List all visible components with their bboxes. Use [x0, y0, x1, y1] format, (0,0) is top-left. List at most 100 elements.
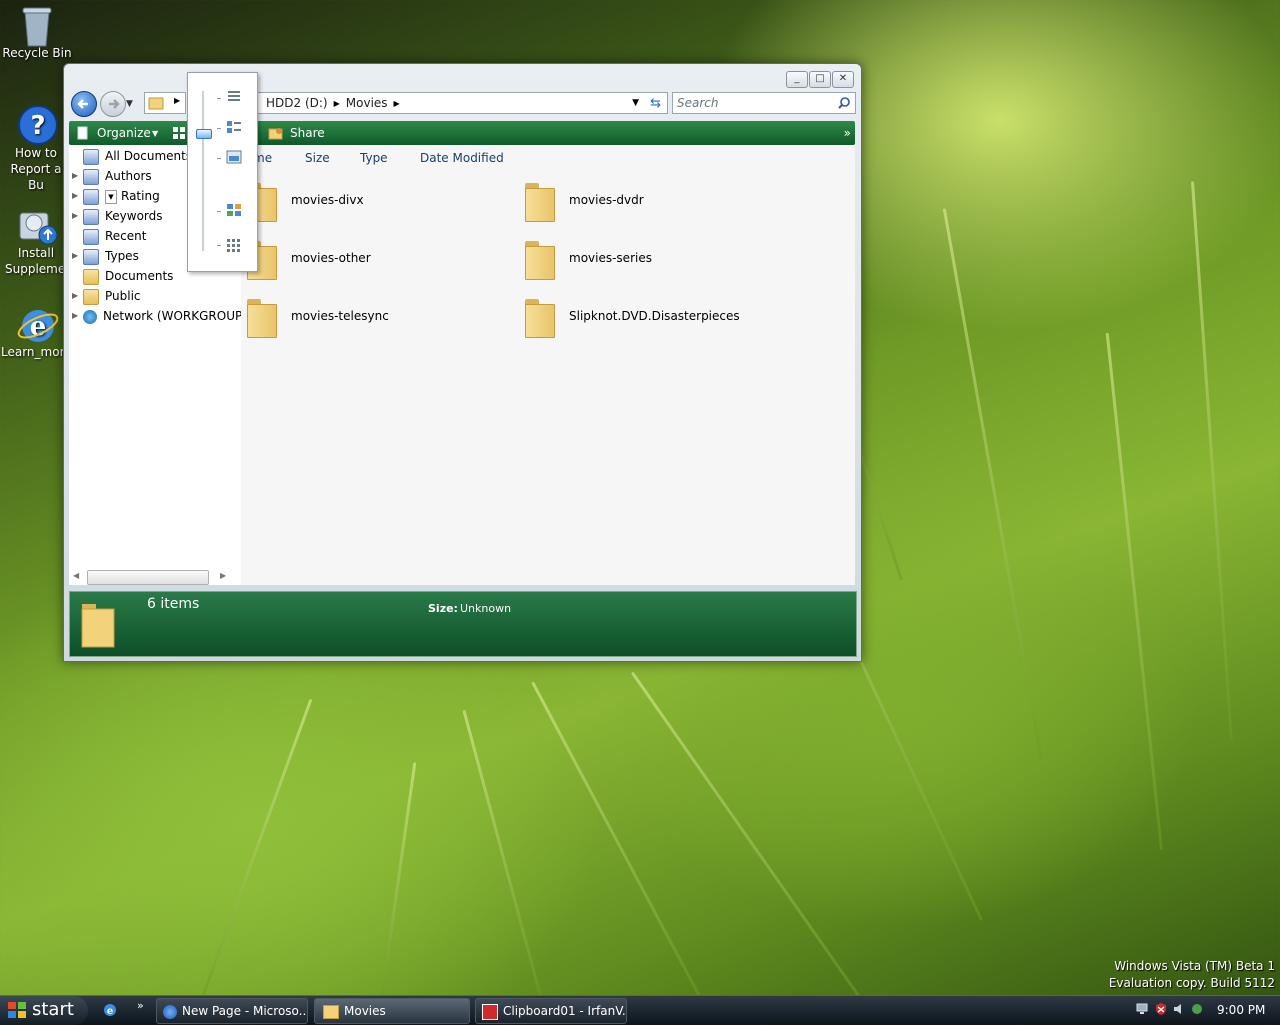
- file-list: me Size Type Date Modified movies-divx m…: [241, 145, 855, 585]
- address-bar[interactable]: HDD2 (D:) ▶ Movies ▶ ▼ ⇆: [204, 92, 668, 114]
- folder-item[interactable]: movies-series: [523, 237, 652, 280]
- nav-item-public[interactable]: ▶ Public: [69, 286, 141, 306]
- organize-dropdown-icon[interactable]: ▼: [152, 129, 158, 138]
- thumbnails-view-icon[interactable]: [226, 150, 242, 164]
- desktop-icon-label: How to Report a Bu: [10, 146, 62, 192]
- tiles-view-icon[interactable]: [226, 120, 242, 134]
- scroll-thumb[interactable]: [87, 570, 209, 585]
- organize-button[interactable]: Organize: [97, 126, 151, 140]
- nav-item-types[interactable]: ▶ Types: [69, 246, 139, 266]
- icons-view-icon[interactable]: [226, 203, 242, 217]
- clock[interactable]: 9:00 PM: [1217, 1003, 1265, 1017]
- scroll-left-icon[interactable]: ◀: [73, 571, 79, 580]
- taskbar: start e » New Page - Microso... Movies C…: [0, 995, 1280, 1025]
- desktop-icon-label: Recycle Bin: [2, 46, 72, 60]
- more-commands-button[interactable]: »: [844, 126, 851, 140]
- explorer-window: _ □ ✕ ▼ ▶ HDD2 (D:) ▶ Movies ▶ ▼ ⇆ Searc…: [63, 63, 862, 662]
- start-button[interactable]: start: [0, 996, 88, 1025]
- rating-dropdown-icon[interactable]: ▼: [105, 189, 117, 204]
- size-label: Size:: [428, 602, 458, 615]
- folder-icon: [523, 295, 557, 338]
- search-input[interactable]: Search: [677, 96, 719, 110]
- folder-item[interactable]: Slipknot.DVD.Disasterpieces: [523, 295, 740, 338]
- share-button[interactable]: Share: [290, 126, 325, 140]
- desktop-icon-learn-more[interactable]: e Learn_more: [1, 303, 72, 359]
- expand-arrow-icon[interactable]: ▶: [72, 306, 78, 326]
- internet-explorer-icon: e: [16, 303, 59, 343]
- svg-text:e: e: [107, 1006, 113, 1017]
- nav-horizontal-scrollbar[interactable]: ◀ ▶: [69, 569, 229, 585]
- search-box[interactable]: Search: [672, 92, 856, 114]
- sync-tray-icon[interactable]: [1190, 1002, 1204, 1016]
- install-icon: [16, 203, 58, 245]
- size-value: Unknown: [460, 602, 512, 615]
- scroll-right-icon[interactable]: ▶: [220, 571, 226, 580]
- address-dropdown[interactable]: ▼: [632, 98, 639, 108]
- slider-track: [202, 91, 204, 251]
- security-tray-icon[interactable]: [1154, 1002, 1168, 1016]
- forward-button[interactable]: [100, 91, 126, 117]
- arrow-left-icon: [77, 99, 88, 109]
- views-button[interactable]: [172, 126, 186, 140]
- nav-item-network[interactable]: ▶ Network (WORKGROUP: [69, 306, 242, 326]
- task-movies[interactable]: Movies: [314, 998, 470, 1024]
- desktop-icon-recycle-bin[interactable]: Recycle Bin: [2, 4, 72, 60]
- refresh-icon[interactable]: ⇆: [650, 96, 661, 111]
- breadcrumb-drive[interactable]: HDD2 (D:): [266, 96, 328, 110]
- arrow-right-icon: [109, 99, 120, 109]
- breadcrumb-movies[interactable]: Movies: [346, 96, 388, 110]
- nav-item-documents[interactable]: Documents: [69, 266, 173, 286]
- address-folder-segment[interactable]: ▶: [144, 92, 186, 114]
- nav-item-rating[interactable]: ▶ ▼ Rating: [69, 186, 160, 206]
- folder-item[interactable]: movies-other: [245, 237, 371, 280]
- folder-item[interactable]: movies-divx: [245, 179, 364, 222]
- volume-tray-icon[interactable]: [1172, 1002, 1186, 1016]
- share-icon: [268, 128, 283, 140]
- folder-icon: [83, 268, 99, 285]
- expand-arrow-icon[interactable]: ▶: [72, 206, 78, 226]
- search-icon[interactable]: [837, 96, 851, 110]
- help-icon: ?: [16, 103, 58, 145]
- task-new-page[interactable]: New Page - Microso...: [156, 998, 308, 1024]
- column-header-size[interactable]: Size: [305, 151, 330, 165]
- expand-arrow-icon[interactable]: ▶: [72, 186, 78, 206]
- item-count: 6 items: [147, 596, 200, 612]
- task-irfanview[interactable]: Clipboard01 - IrfanV...: [475, 998, 627, 1024]
- network-tray-icon[interactable]: [1136, 1002, 1150, 1016]
- expand-arrow-icon[interactable]: ▶: [72, 166, 78, 186]
- folder-item[interactable]: movies-dvdr: [523, 179, 644, 222]
- view-slider-popup: [187, 72, 258, 272]
- details-view-icon[interactable]: [226, 90, 242, 104]
- details-pane: 6 items Size: Unknown: [69, 591, 857, 657]
- slider-thumb[interactable]: [196, 129, 212, 139]
- desktop-icon-help[interactable]: ? How to Report a Bu: [1, 103, 71, 193]
- expand-arrow-icon[interactable]: ▶: [72, 246, 78, 266]
- maximize-button[interactable]: □: [809, 71, 831, 88]
- network-icon: [83, 309, 97, 324]
- nav-item-authors[interactable]: ▶ Authors: [69, 166, 152, 186]
- irfanview-icon: [482, 1003, 498, 1020]
- saved-search-icon: [83, 208, 99, 225]
- folder-item[interactable]: movies-telesync: [245, 295, 389, 338]
- close-button[interactable]: ✕: [832, 71, 854, 88]
- folder-icon: [523, 237, 557, 280]
- saved-search-icon: [83, 168, 99, 185]
- saved-search-icon: [83, 248, 99, 265]
- slider-tick: [217, 128, 221, 129]
- expand-arrow-icon[interactable]: ▶: [72, 286, 78, 306]
- internet-explorer-icon: [163, 1004, 177, 1019]
- desktop-icon-label: Install Supplemen: [5, 246, 73, 276]
- internet-explorer-icon[interactable]: e: [102, 1002, 118, 1018]
- back-button[interactable]: [71, 91, 97, 117]
- recent-pages-dropdown[interactable]: ▼: [126, 99, 133, 109]
- column-header-date-modified[interactable]: Date Modified: [420, 151, 504, 165]
- nav-item-all-documents[interactable]: All Documents: [69, 146, 192, 166]
- minimize-button[interactable]: _: [786, 71, 808, 88]
- list-view-icon[interactable]: [226, 238, 242, 252]
- desktop-icon-install[interactable]: Install Supplemen: [1, 203, 73, 277]
- quick-launch-more[interactable]: »: [137, 999, 144, 1012]
- nav-item-keywords[interactable]: ▶ Keywords: [69, 206, 163, 226]
- slider-tick: [217, 158, 221, 159]
- nav-item-recent[interactable]: Recent: [69, 226, 146, 246]
- column-header-type[interactable]: Type: [360, 151, 388, 165]
